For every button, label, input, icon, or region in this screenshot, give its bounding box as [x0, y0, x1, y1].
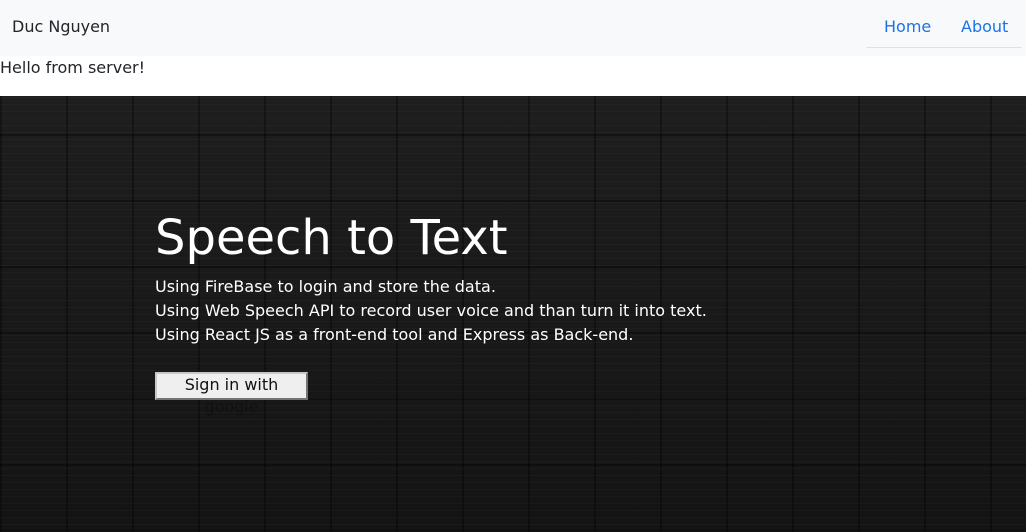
- hero-description-line: Using React JS as a front-end tool and E…: [155, 325, 634, 344]
- brand-link[interactable]: Duc Nguyen: [12, 17, 110, 37]
- hero-section: Speech to Text Using FireBase to login a…: [0, 96, 1026, 532]
- hero-description-line: Using Web Speech API to record user voic…: [155, 301, 707, 320]
- nav-link-home[interactable]: Home: [884, 17, 931, 37]
- top-navbar: Duc Nguyen Home About: [0, 0, 1026, 56]
- hero-description-line: Using FireBase to login and store the da…: [155, 277, 496, 296]
- nav-links: Home About: [866, 0, 1022, 48]
- server-message: Hello from server!: [0, 58, 146, 77]
- sign-in-with-google-button[interactable]: Sign in with google: [155, 372, 308, 416]
- hero-title: Speech to Text: [155, 210, 508, 266]
- nav-link-about[interactable]: About: [961, 17, 1008, 37]
